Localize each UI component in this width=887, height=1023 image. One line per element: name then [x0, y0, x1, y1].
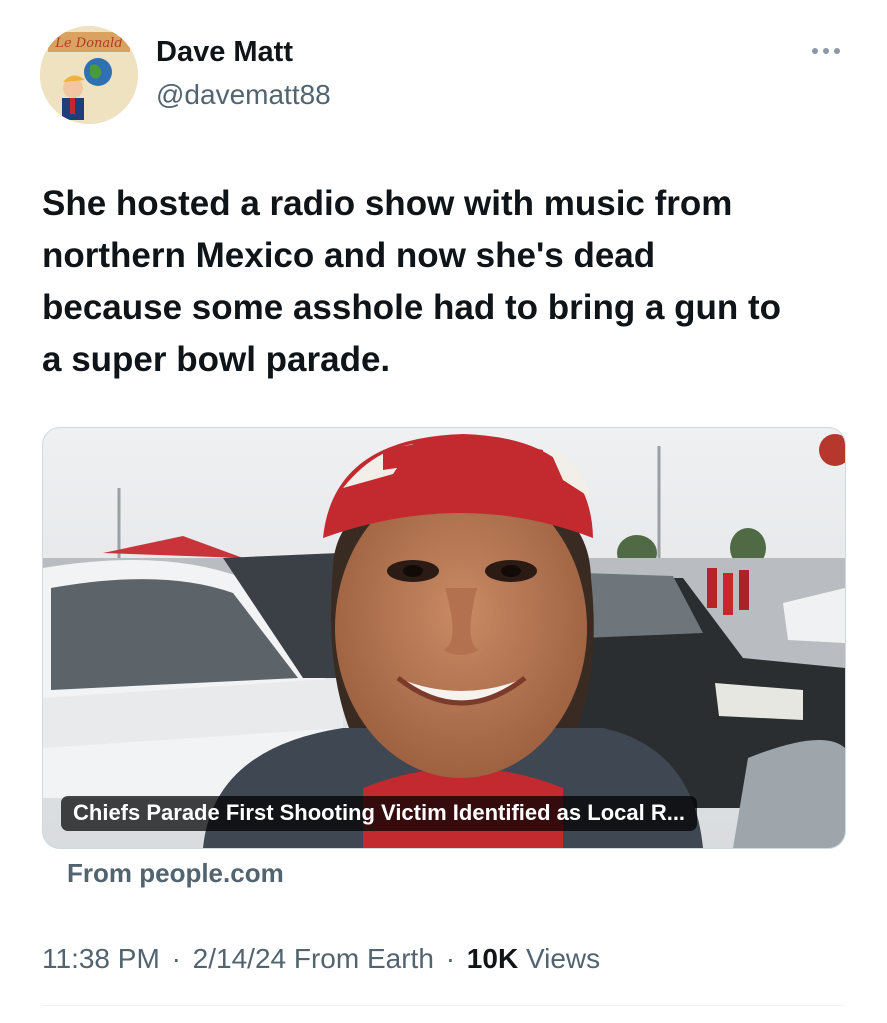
link-card[interactable]: Chiefs Parade First Shooting Victim Iden…	[42, 427, 846, 849]
author-display-name[interactable]: Dave Matt	[156, 36, 293, 69]
meta-separator: ·	[171, 943, 181, 974]
tweet-date[interactable]: 2/14/24	[193, 943, 286, 974]
book-cover-avatar-icon: Le Donald	[40, 26, 138, 124]
avatar[interactable]: Le Donald	[40, 26, 138, 124]
author-handle[interactable]: @davematt88	[156, 79, 331, 111]
tweet-location: From Earth	[293, 943, 434, 974]
tweet-time[interactable]: 11:38 PM	[42, 943, 160, 974]
meta-separator: ·	[445, 943, 456, 974]
card-title: Chiefs Parade First Shooting Victim Iden…	[61, 796, 698, 831]
article-image	[43, 428, 845, 848]
card-source-link[interactable]: From people.com	[67, 858, 284, 889]
tweet-meta: 11:38 PM · 2/14/24 From Earth · 10K View…	[42, 943, 600, 975]
tweet-text: She hosted a radio show with music from …	[42, 184, 782, 379]
views-label: Views	[525, 943, 601, 974]
more-horizontal-icon[interactable]	[808, 36, 844, 66]
views-count: 10K	[466, 943, 519, 974]
divider	[42, 1005, 844, 1006]
avatar-book-title: Le Donald	[54, 36, 122, 51]
